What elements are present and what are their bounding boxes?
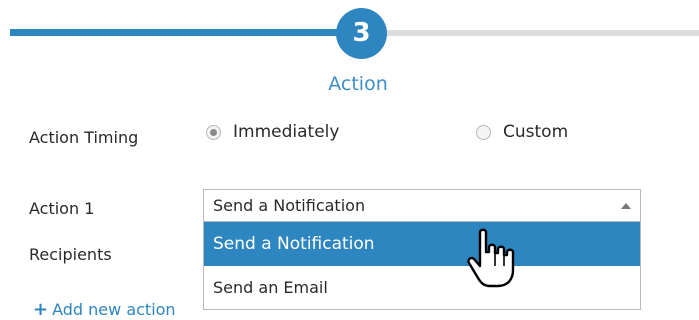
action-1-dropdown-menu: Send a Notification Send an Email (203, 222, 641, 310)
radio-button-checked[interactable] (206, 124, 221, 140)
option-send-notification[interactable]: Send a Notification (204, 222, 640, 266)
action-step-panel: 3 Action Action Timing Immediately Custo… (0, 0, 699, 320)
radio-custom-label: Custom (503, 122, 569, 142)
recipients-label: Recipients (29, 245, 112, 264)
radio-immediately-label: Immediately (233, 122, 340, 142)
hand-pointer-cursor-icon (467, 228, 515, 288)
add-new-action-label: Add new action (52, 300, 176, 319)
radio-custom[interactable]: Custom (476, 122, 568, 142)
progress-bar-remaining (380, 30, 699, 36)
caret-up-icon (621, 203, 631, 209)
option-send-email[interactable]: Send an Email (204, 266, 640, 310)
action-1-select[interactable]: Send a Notification (203, 189, 641, 222)
radio-button-unchecked[interactable] (476, 124, 491, 140)
action-1-label: Action 1 (29, 199, 95, 218)
action-timing-label: Action Timing (29, 128, 139, 147)
step-indicator: 3 (336, 8, 387, 59)
plus-icon: + (33, 298, 49, 320)
radio-immediately[interactable]: Immediately (206, 122, 339, 142)
section-title: Action (328, 73, 388, 95)
progress-bar-completed (10, 29, 345, 36)
select-current-value: Send a Notification (213, 196, 366, 215)
add-new-action-link[interactable]: + Add new action (33, 300, 176, 319)
